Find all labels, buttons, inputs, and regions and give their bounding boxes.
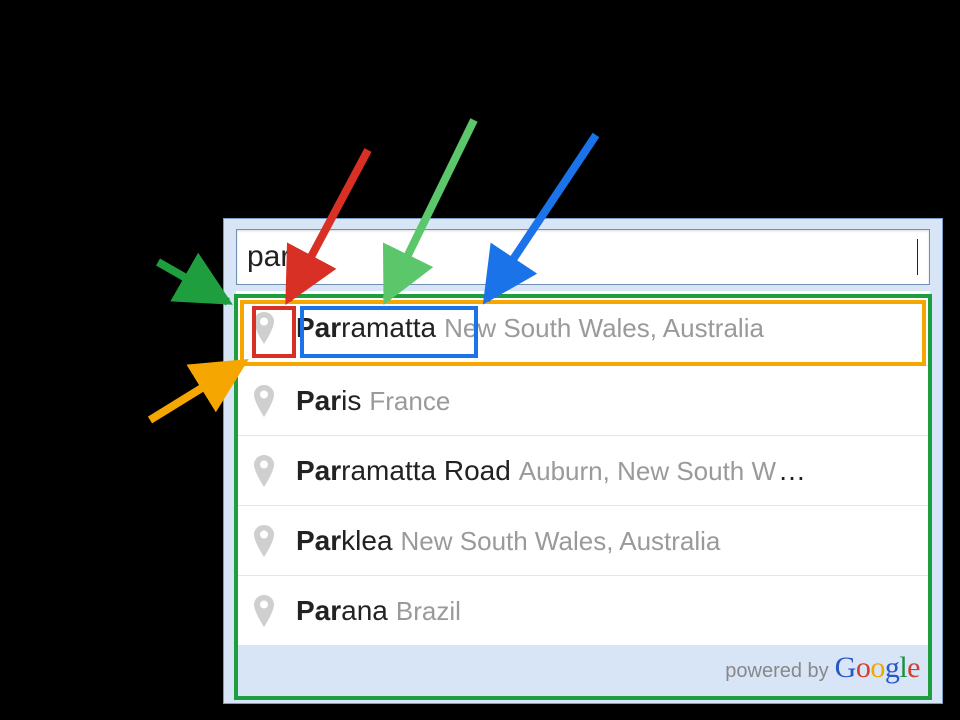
matched-text: Par	[296, 385, 341, 416]
secondary-text: Auburn, New South W	[519, 456, 776, 486]
google-logo: Google	[835, 651, 920, 685]
rest-text: ramatta Road	[341, 455, 511, 486]
google-logo-letter: g	[885, 651, 900, 684]
search-input[interactable]: par	[247, 240, 919, 274]
autocomplete-item[interactable]: Paris France	[236, 365, 930, 435]
matched-text: Par	[296, 455, 341, 486]
google-logo-letter: l	[899, 651, 907, 684]
secondary-text: France	[369, 386, 450, 416]
autocomplete-item-text: Parklea New South Wales, Australia	[296, 525, 720, 557]
google-logo-letter: G	[835, 651, 856, 684]
ellipsis-icon: …	[778, 455, 808, 486]
autocomplete-item[interactable]: Parana Brazil	[236, 575, 930, 645]
autocomplete-dropdown: ParramattaNew South Wales, AustraliaPari…	[236, 291, 930, 645]
autocomplete-item[interactable]: Parklea New South Wales, Australia	[236, 505, 930, 575]
autocomplete-item[interactable]: Parramatta New South Wales, Australia	[236, 291, 930, 365]
google-logo-letter: e	[907, 651, 920, 684]
matched-text: Par	[296, 525, 341, 556]
attribution-prefix: powered by	[725, 660, 828, 683]
attribution: powered by Google	[236, 645, 930, 685]
matched-text: Par	[296, 595, 341, 626]
rest-text: klea	[341, 525, 392, 556]
autocomplete-item-text: Parana Brazil	[296, 595, 461, 627]
secondary-text: New South Wales, Australia	[444, 313, 764, 343]
map-pin-icon	[254, 595, 274, 627]
map-pin-icon	[254, 312, 274, 344]
secondary-text: New South Wales, Australia	[401, 526, 721, 556]
rest-text: ana	[341, 595, 388, 626]
autocomplete-item-text: Parramatta New South Wales, Australia	[296, 312, 764, 344]
search-input-value: par	[247, 240, 290, 273]
autocomplete-item[interactable]: Parramatta Road Auburn, New South W…	[236, 435, 930, 505]
map-pin-icon	[254, 455, 274, 487]
rest-text: is	[341, 385, 361, 416]
map-pin-icon	[254, 385, 274, 417]
google-logo-letter: o	[856, 651, 871, 684]
autocomplete-item-text: Paris France	[296, 385, 450, 417]
search-field-wrap[interactable]: par	[236, 229, 930, 285]
autocomplete-panel: par ParramattaNew South Wales, Australia…	[223, 218, 943, 704]
autocomplete-item-text: Parramatta Road Auburn, New South W…	[296, 455, 808, 487]
secondary-text: Brazil	[396, 596, 461, 626]
map-pin-icon	[254, 525, 274, 557]
text-caret	[917, 239, 918, 275]
matched-text: Par	[296, 312, 341, 343]
rest-text: ramatta	[341, 312, 436, 343]
google-logo-letter: o	[870, 651, 885, 684]
